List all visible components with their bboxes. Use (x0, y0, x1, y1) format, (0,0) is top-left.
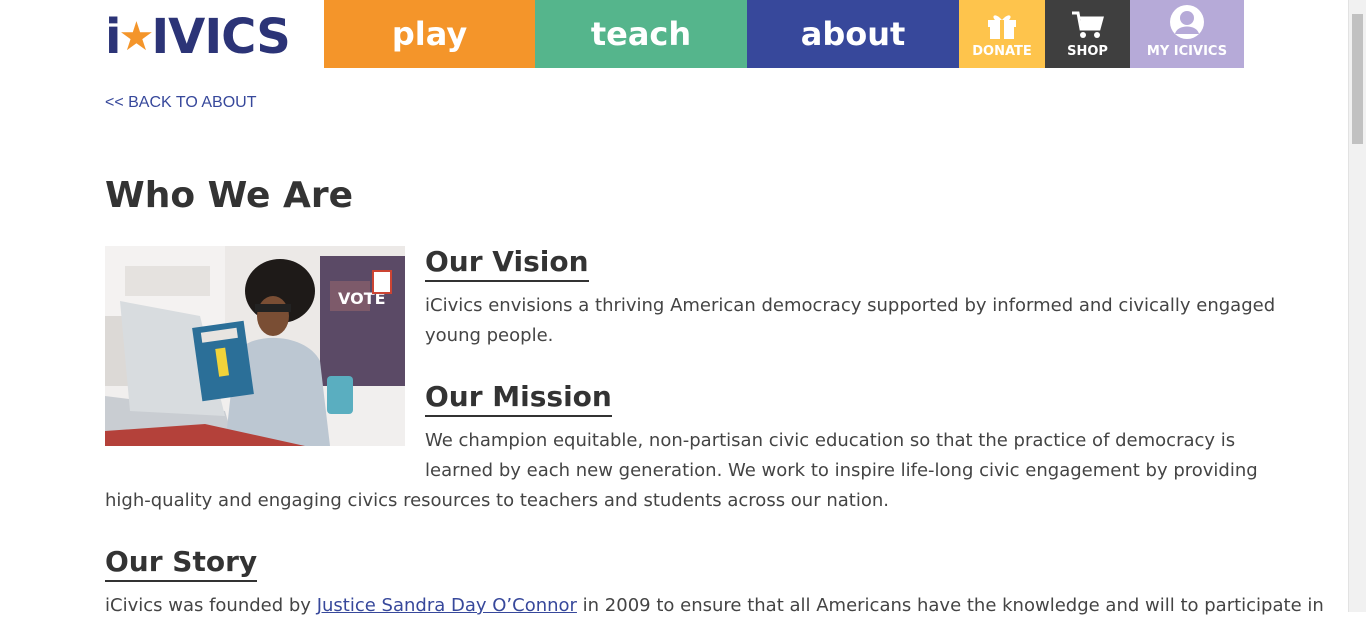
justice-oconnor-link[interactable]: Justice Sandra Day O’Connor (317, 595, 577, 616)
donate-label: DONATE (972, 44, 1032, 59)
shop-button[interactable]: SHOP (1045, 0, 1130, 68)
vision-heading: Our Vision (425, 245, 589, 282)
back-to-about-link[interactable]: << BACK TO ABOUT (105, 94, 256, 112)
vision-text-line-1: iCivics envisions a thriving American de… (425, 295, 1276, 316)
my-icivics-button[interactable]: MY ICIVICS (1130, 0, 1244, 68)
nav-teach[interactable]: teach (535, 0, 747, 68)
donate-button[interactable]: DONATE (959, 0, 1045, 68)
shop-label: SHOP (1067, 44, 1108, 59)
avatar-icon (1170, 5, 1204, 39)
story-text-before: iCivics was founded by (105, 595, 317, 616)
site-header: i ★ IVICS play teach about DONATE SHOP MY … (0, 0, 1348, 68)
site-logo[interactable]: i ★ IVICS (105, 12, 295, 62)
mission-text-line-1: We champion equitable, non-partisan civi… (425, 430, 1236, 451)
gift-icon (988, 15, 1016, 39)
classroom-photo: VOTE (105, 246, 405, 446)
page-scrollbar[interactable] (1348, 0, 1366, 612)
mission-text-line-2: learned by each new generation. We work … (425, 460, 1258, 481)
star-icon: ★ (118, 14, 154, 60)
mission-text-line-3: high-quality and engaging civics resourc… (105, 490, 889, 511)
nav-play[interactable]: play (324, 0, 535, 68)
story-text: iCivics was founded by Justice Sandra Da… (105, 591, 1324, 621)
scrollbar-thumb[interactable] (1352, 14, 1363, 144)
nav-about[interactable]: about (747, 0, 959, 68)
mission-heading: Our Mission (425, 380, 612, 417)
cart-icon (1071, 11, 1104, 38)
vision-text-line-2: young people. (425, 325, 554, 346)
logo-wordmark: i ★ IVICS (105, 9, 291, 65)
page-title: Who We Are (105, 175, 354, 216)
story-heading: Our Story (105, 545, 258, 582)
story-text-after: in 2009 to ensure that all Americans hav… (576, 595, 1324, 616)
my-icivics-label: MY ICIVICS (1146, 44, 1228, 59)
